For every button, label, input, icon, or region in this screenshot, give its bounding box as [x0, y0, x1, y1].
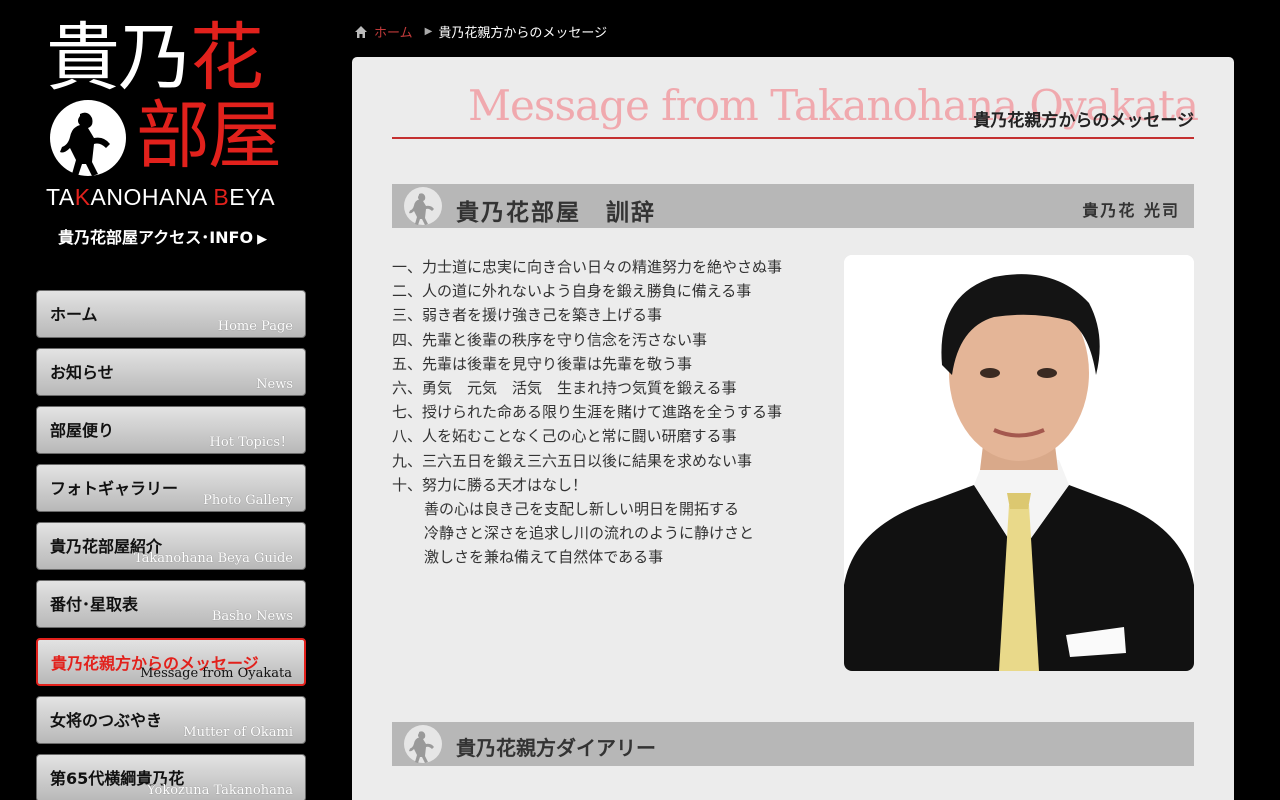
breadcrumb-home-link[interactable]: ホーム: [374, 22, 413, 41]
sidebar: 貴乃花 部屋 TAKANOHANA BEYA 貴乃花部屋アクセス･INFO ▶ ホ…: [0, 0, 340, 800]
list-item: 八、人を妬むことなく己の心と常に闘い研磨する事: [392, 427, 737, 446]
nav-item-hot-topics[interactable]: 部屋便り Hot Topics！: [36, 406, 306, 454]
logo-english: TAKANOHANA BEYA: [46, 184, 276, 210]
nav-item-yokozuna-takanohana[interactable]: 第65代横綱貴乃花 Yokozuna Takanohana: [36, 754, 306, 800]
list-item: 善の心は良き己を支配し新しい明日を開拓する: [424, 500, 740, 519]
nav-item-message-from-oyakata[interactable]: 貴乃花親方からのメッセージ Message from Oyakata: [36, 638, 306, 686]
oyakata-portrait-image: [844, 255, 1194, 671]
main-nav: ホーム Home Page お知らせ News 部屋便り Hot Topics！ フォ…: [36, 290, 306, 800]
wrestler-emblem-icon: [404, 187, 442, 225]
home-icon: [355, 25, 367, 38]
logo-line1: 貴乃花: [46, 15, 264, 101]
page-title-japanese: 貴乃花親方からのメッセージ: [973, 111, 1194, 131]
section-header-kunji: 貴乃花部屋 訓辞 貴乃花 光司: [392, 184, 1194, 228]
section-header-diary: 貴乃花親方ダイアリー: [392, 722, 1194, 766]
list-item: 四、先輩と後輩の秩序を守り信念を汚さない事: [392, 330, 708, 349]
list-item: 二、人の道に外れないよう自身を鍛え勝負に備える事: [392, 282, 752, 301]
list-item: 一、力士道に忠実に向き合い日々の精進努力を絶やさぬ事: [392, 258, 783, 276]
logo-line2: 部屋: [46, 96, 300, 182]
breadcrumb-current: 貴乃花親方からのメッセージ: [438, 26, 608, 41]
nav-item-beya-guide[interactable]: 貴乃花部屋紹介 Takanohana Beya Guide: [36, 522, 306, 570]
section-title: 貴乃花親方ダイアリー: [456, 736, 656, 760]
list-item: 十、努力に勝る天才はなし！: [392, 475, 588, 494]
wrestler-emblem-icon: [404, 725, 442, 763]
main-content: Message from Takanohana Oyakata 貴乃花親方からの…: [352, 57, 1234, 800]
section-title: 貴乃花部屋 訓辞: [456, 199, 656, 226]
nav-item-home[interactable]: ホーム Home Page: [36, 290, 306, 338]
list-item: 冷静さと深さを追求し川の流れのように静けさと: [424, 524, 755, 543]
nav-item-mutter-of-okami[interactable]: 女将のつぶやき Mutter of Okami: [36, 696, 306, 744]
list-item: 五、先輩は後輩を見守り後輩は先輩を敬う事: [392, 354, 693, 373]
section-author: 貴乃花 光司: [1082, 201, 1180, 220]
nav-item-photo-gallery[interactable]: フォトギャラリー Photo Gallery: [36, 464, 306, 512]
site-logo[interactable]: 貴乃花 部屋 TAKANOHANA BEYA: [46, 18, 300, 211]
triangle-right-icon: ▶: [257, 232, 268, 247]
list-item: 三、弱き者を援け強き己を築き上げる事: [392, 306, 663, 325]
list-item: 六、勇気 元気 活気 生まれ持つ気質を鍛える事: [392, 379, 737, 398]
list-item: 九、三六五日を鍛え三六五日以後に結果を求めない事: [392, 451, 753, 470]
access-info-link[interactable]: 貴乃花部屋アクセス･INFO ▶: [58, 224, 267, 248]
breadcrumb: ホーム ▶ 貴乃花親方からのメッセージ: [354, 22, 607, 41]
nav-item-basho-news[interactable]: 番付･星取表 Basho News: [36, 580, 306, 628]
nav-item-news[interactable]: お知らせ News: [36, 348, 306, 396]
page-title: Message from Takanohana Oyakata 貴乃花親方からの…: [392, 81, 1199, 139]
kunji-rules-list: 一、力士道に忠実に向き合い日々の精進努力を絶やさぬ事 二、人の道に外れないよう自…: [392, 255, 832, 570]
breadcrumb-separator-icon: ▶: [424, 26, 433, 37]
list-item: 七、授けられた命ある限り生涯を賭けて進路を全うする事: [392, 403, 783, 422]
wrestler-emblem-icon: [50, 100, 126, 176]
list-item: 激しさを兼ね備えて自然体である事: [424, 548, 664, 567]
